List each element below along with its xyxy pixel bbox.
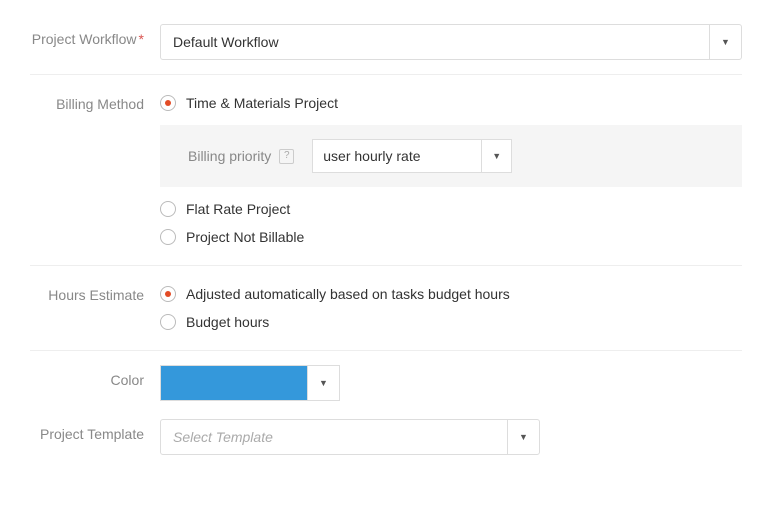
radio-icon xyxy=(160,314,176,330)
hours-field: Adjusted automatically based on tasks bu… xyxy=(160,280,742,336)
billing-priority-select[interactable]: user hourly rate ▼ xyxy=(312,139,512,173)
template-field: Select Template ▼ xyxy=(160,419,742,455)
radio-icon xyxy=(160,95,176,111)
row-workflow: Project Workflow* Default Workflow ▼ xyxy=(30,10,742,75)
hours-option-auto[interactable]: Adjusted automatically based on tasks bu… xyxy=(160,280,742,308)
hours-option-budget-label: Budget hours xyxy=(186,314,269,330)
billing-option-flat-rate-label: Flat Rate Project xyxy=(186,201,290,217)
billing-option-not-billable-label: Project Not Billable xyxy=(186,229,304,245)
radio-icon xyxy=(160,201,176,217)
required-marker: * xyxy=(139,31,144,47)
billing-priority-panel: Billing priority ? user hourly rate ▼ xyxy=(160,125,742,187)
billing-option-not-billable[interactable]: Project Not Billable xyxy=(160,223,742,251)
hours-option-auto-label: Adjusted automatically based on tasks bu… xyxy=(186,286,510,302)
chevron-down-icon: ▼ xyxy=(307,366,339,400)
workflow-label: Project Workflow xyxy=(32,31,137,47)
radio-icon xyxy=(160,229,176,245)
template-select[interactable]: Select Template ▼ xyxy=(160,419,540,455)
chevron-down-icon: ▼ xyxy=(481,140,511,172)
row-color: Color ▼ xyxy=(30,351,742,415)
help-icon[interactable]: ? xyxy=(279,149,294,164)
billing-option-flat-rate[interactable]: Flat Rate Project xyxy=(160,195,742,223)
color-select[interactable]: ▼ xyxy=(160,365,340,401)
billing-option-time-materials-label: Time & Materials Project xyxy=(186,95,338,111)
billing-field: Time & Materials Project Billing priorit… xyxy=(160,89,742,251)
chevron-down-icon: ▼ xyxy=(709,25,741,59)
row-hours: Hours Estimate Adjusted automatically ba… xyxy=(30,266,742,351)
template-select-placeholder: Select Template xyxy=(161,420,507,454)
workflow-select-value: Default Workflow xyxy=(161,25,709,59)
billing-label: Billing Method xyxy=(30,89,160,114)
workflow-label-wrap: Project Workflow* xyxy=(30,24,160,49)
billing-priority-value: user hourly rate xyxy=(313,140,481,172)
row-template: Project Template Select Template ▼ xyxy=(30,415,742,469)
radio-icon xyxy=(160,286,176,302)
template-label: Project Template xyxy=(30,419,160,444)
workflow-field: Default Workflow ▼ xyxy=(160,24,742,60)
color-label: Color xyxy=(30,365,160,390)
hours-label: Hours Estimate xyxy=(30,280,160,305)
billing-option-time-materials[interactable]: Time & Materials Project xyxy=(160,89,742,117)
row-billing: Billing Method Time & Materials Project … xyxy=(30,75,742,266)
project-form: Project Workflow* Default Workflow ▼ Bil… xyxy=(0,0,772,499)
hours-option-budget[interactable]: Budget hours xyxy=(160,308,742,336)
color-swatch xyxy=(161,366,307,400)
workflow-select[interactable]: Default Workflow ▼ xyxy=(160,24,742,60)
color-field: ▼ xyxy=(160,365,742,401)
billing-priority-label: Billing priority xyxy=(188,148,271,164)
chevron-down-icon: ▼ xyxy=(507,420,539,454)
